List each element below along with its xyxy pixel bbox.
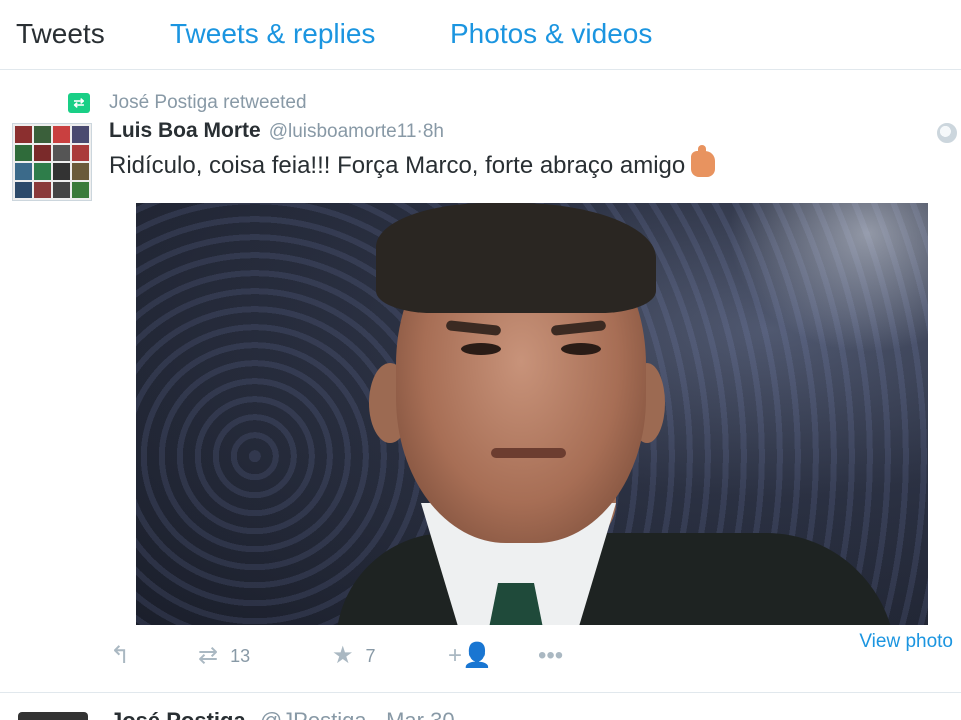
author-name[interactable]: Luis Boa Morte — [109, 119, 261, 143]
reply-icon: ↰ — [110, 642, 131, 669]
next-tweet-meta: @JPostiga · Mar 30 — [260, 708, 455, 720]
photo-hair — [376, 203, 656, 313]
favorite-count: 7 — [365, 645, 376, 666]
retweet-button[interactable]: ⇄ 13 — [198, 641, 250, 671]
photo-light — [728, 203, 928, 353]
thumbs-up-emoji-icon — [691, 145, 716, 177]
tab-tweets[interactable]: Tweets — [16, 16, 105, 52]
tweet-text-container: Ridículo, coisa feia!!! Força Marco, for… — [109, 145, 716, 180]
retweet-icon: ⇄ — [198, 642, 219, 669]
next-tweet-header: José Postiga @JPostiga · Mar 30 — [18, 708, 455, 720]
photo-mouth — [491, 448, 566, 458]
tab-photos-and-videos[interactable]: Photos & videos — [450, 16, 652, 52]
profile-tabs: Tweets Tweets & replies Photos & videos — [0, 0, 961, 70]
reply-button[interactable]: ↰ — [110, 641, 130, 671]
tweet-header: Luis Boa Morte @luisboamorte11 · 8h — [109, 119, 444, 147]
tweet-time[interactable]: 8h — [423, 121, 444, 143]
retweet-context: ⇄ José Postiga retweeted — [68, 91, 307, 115]
globe-icon — [937, 123, 957, 143]
photo-jacket — [336, 533, 896, 625]
retweeted-by-text[interactable]: José Postiga retweeted — [109, 92, 307, 114]
photo-eye-right — [561, 343, 601, 355]
view-photo-link[interactable]: View photo — [859, 631, 953, 653]
photo-eye-left — [461, 343, 501, 355]
retweet-count: 13 — [230, 645, 251, 666]
tweet-photo[interactable] — [136, 203, 928, 625]
follow-icon: +👤 — [448, 642, 492, 669]
tweet-actions: ↰ ⇄ 13 ★ 7 +👤 ••• — [110, 641, 610, 671]
tweet-text: Ridículo, coisa feia!!! Força Marco, for… — [109, 152, 686, 179]
next-author-name[interactable]: José Postiga — [110, 708, 246, 720]
more-icon: ••• — [538, 642, 564, 669]
more-button[interactable]: ••• — [538, 641, 563, 671]
follow-button[interactable]: +👤 — [448, 641, 492, 671]
tweet[interactable]: ⇄ José Postiga retweeted Luis Boa Morte … — [0, 71, 961, 693]
next-tweet-peek[interactable]: José Postiga @JPostiga · Mar 30 — [0, 694, 961, 720]
retweet-icon: ⇄ — [68, 93, 90, 113]
favorite-button[interactable]: ★ 7 — [332, 641, 376, 671]
star-icon: ★ — [332, 642, 354, 669]
avatar[interactable] — [12, 123, 92, 201]
author-handle[interactable]: @luisboamorte11 — [269, 121, 417, 143]
tab-tweets-and-replies[interactable]: Tweets & replies — [170, 16, 375, 52]
